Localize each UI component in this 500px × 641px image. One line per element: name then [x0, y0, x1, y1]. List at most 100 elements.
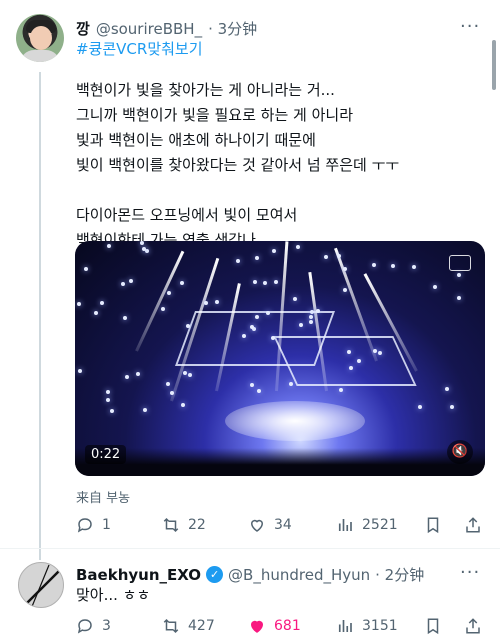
stage-light-dot — [433, 285, 437, 289]
crowd-silhouette — [75, 448, 485, 476]
stage-light-dot — [450, 405, 454, 409]
tweet-body: 백현이가 빛을 찾아가는 게 아니라는 거... 그니까 백현이가 빛을 필요로… — [76, 78, 476, 253]
stage-light-dot — [250, 325, 254, 329]
bookmark-icon — [427, 618, 439, 635]
stage-light-dot — [266, 311, 270, 315]
stage-light-dot — [255, 315, 259, 319]
stage-light-frame — [273, 336, 417, 386]
display-name[interactable]: Baekhyun_EXO — [76, 566, 201, 584]
reply-button[interactable]: 1 — [76, 516, 111, 534]
stage-light-dot — [170, 391, 174, 395]
stage-light-dot — [78, 369, 82, 373]
avatar[interactable] — [18, 562, 64, 608]
stage-light-dot — [274, 280, 278, 284]
stage-light-dot — [166, 382, 170, 386]
stage-light-dot — [242, 334, 246, 338]
stage-light-dot — [309, 315, 313, 319]
stage-light-dot — [347, 350, 351, 354]
stage-glow — [225, 401, 365, 441]
bookmark-button[interactable] — [424, 516, 442, 534]
stage-light-dot — [412, 265, 416, 269]
user-handle[interactable]: @B_hundred_Hyun — [228, 566, 370, 584]
stage-light-dot — [457, 273, 461, 277]
retweet-count: 22 — [188, 517, 206, 533]
avatar[interactable] — [16, 14, 64, 62]
more-options-icon[interactable]: ··· — [460, 16, 480, 37]
stage-light-dot — [343, 267, 347, 271]
retweet-button[interactable]: 427 — [162, 617, 215, 635]
tweet-line: 다이아몬드 오프닝에서 빛이 모여서 — [76, 206, 298, 224]
more-options-icon[interactable]: ··· — [460, 562, 480, 583]
like-count: 681 — [274, 618, 301, 634]
reply-icon — [77, 518, 92, 533]
stage-light-dot — [357, 359, 361, 363]
mute-icon[interactable]: 🔇 — [447, 440, 473, 464]
stage-light-dot — [391, 264, 395, 268]
stage-light-dot — [293, 297, 297, 301]
avatar-shirt — [20, 50, 60, 62]
scrollbar-thumb[interactable] — [492, 40, 496, 90]
stage-light-dot — [106, 390, 110, 394]
thread-connector-line — [39, 72, 41, 560]
verified-badge-icon: ✓ — [206, 566, 224, 583]
heart-filled-icon — [250, 620, 264, 633]
stage-light-dot — [121, 282, 125, 286]
stage-light-dot — [188, 373, 192, 377]
stage-light-dot — [339, 388, 343, 392]
stage-light-dot — [77, 302, 81, 306]
stage-light-dot — [215, 300, 219, 304]
stage-light-dot — [161, 307, 165, 311]
retweet-button[interactable]: 22 — [162, 516, 206, 534]
stage-light-dot — [123, 316, 127, 320]
stage-light-dot — [316, 309, 320, 313]
stage-light-dot — [84, 267, 88, 271]
avatar-image — [19, 563, 63, 607]
reply-count: 3 — [102, 618, 111, 634]
stage-light-dot — [186, 324, 190, 328]
like-button[interactable]: 34 — [248, 516, 292, 534]
stage-light-dot — [343, 288, 347, 292]
video-player[interactable]: 0:22 🔇 — [75, 241, 485, 476]
reply-icon — [77, 619, 92, 634]
hashtag-link[interactable]: #큥콘VCR맞춰보기 — [76, 38, 203, 59]
retweet-icon — [163, 618, 179, 634]
bookmark-icon — [427, 517, 439, 534]
share-icon — [466, 618, 480, 634]
views-button[interactable]: 3151 — [336, 617, 398, 635]
user-handle[interactable]: @sourireBBH_ — [96, 20, 202, 38]
video-duration: 0:22 — [85, 445, 127, 464]
tweet-header: 깡 @sourireBBH_ · 3分钟 — [76, 18, 257, 39]
stage-light-dot — [349, 366, 353, 370]
timestamp[interactable]: · 2分钟 — [375, 564, 424, 585]
views-count: 2521 — [362, 517, 398, 533]
stage-light-dot — [140, 241, 144, 245]
share-button[interactable] — [464, 516, 482, 534]
stage-light-dot — [204, 301, 208, 305]
like-count: 34 — [274, 517, 292, 533]
stage-light-dot — [125, 375, 129, 379]
reply-header: Baekhyun_EXO ✓ @B_hundred_Hyun · 2分钟 — [76, 564, 424, 585]
stage-light-dot — [263, 281, 267, 285]
reply-button[interactable]: 3 — [76, 617, 111, 635]
share-button[interactable] — [464, 617, 482, 635]
stage-light-dot — [181, 403, 185, 407]
stage-light-dot — [250, 383, 254, 387]
retweet-icon — [163, 517, 179, 533]
stage-light-dot — [289, 382, 293, 386]
views-count: 3151 — [362, 618, 398, 634]
like-button[interactable]: 681 — [248, 617, 301, 635]
bookmark-button[interactable] — [424, 617, 442, 635]
avatar-face — [30, 26, 52, 50]
stage-light-dot — [253, 280, 257, 284]
stage-light-dot — [324, 255, 328, 259]
tweet-action-bar: 1 22 34 2521 — [76, 515, 486, 535]
stage-light-dot — [310, 310, 314, 314]
views-chart-icon — [338, 519, 352, 531]
tweet-divider — [0, 548, 500, 549]
timestamp[interactable]: · 3分钟 — [208, 18, 257, 39]
stage-light-dot — [372, 263, 376, 267]
stage-light-dot — [296, 245, 300, 249]
views-button[interactable]: 2521 — [336, 516, 398, 534]
display-name[interactable]: 깡 — [76, 18, 90, 39]
stage-light-dot — [378, 351, 382, 355]
